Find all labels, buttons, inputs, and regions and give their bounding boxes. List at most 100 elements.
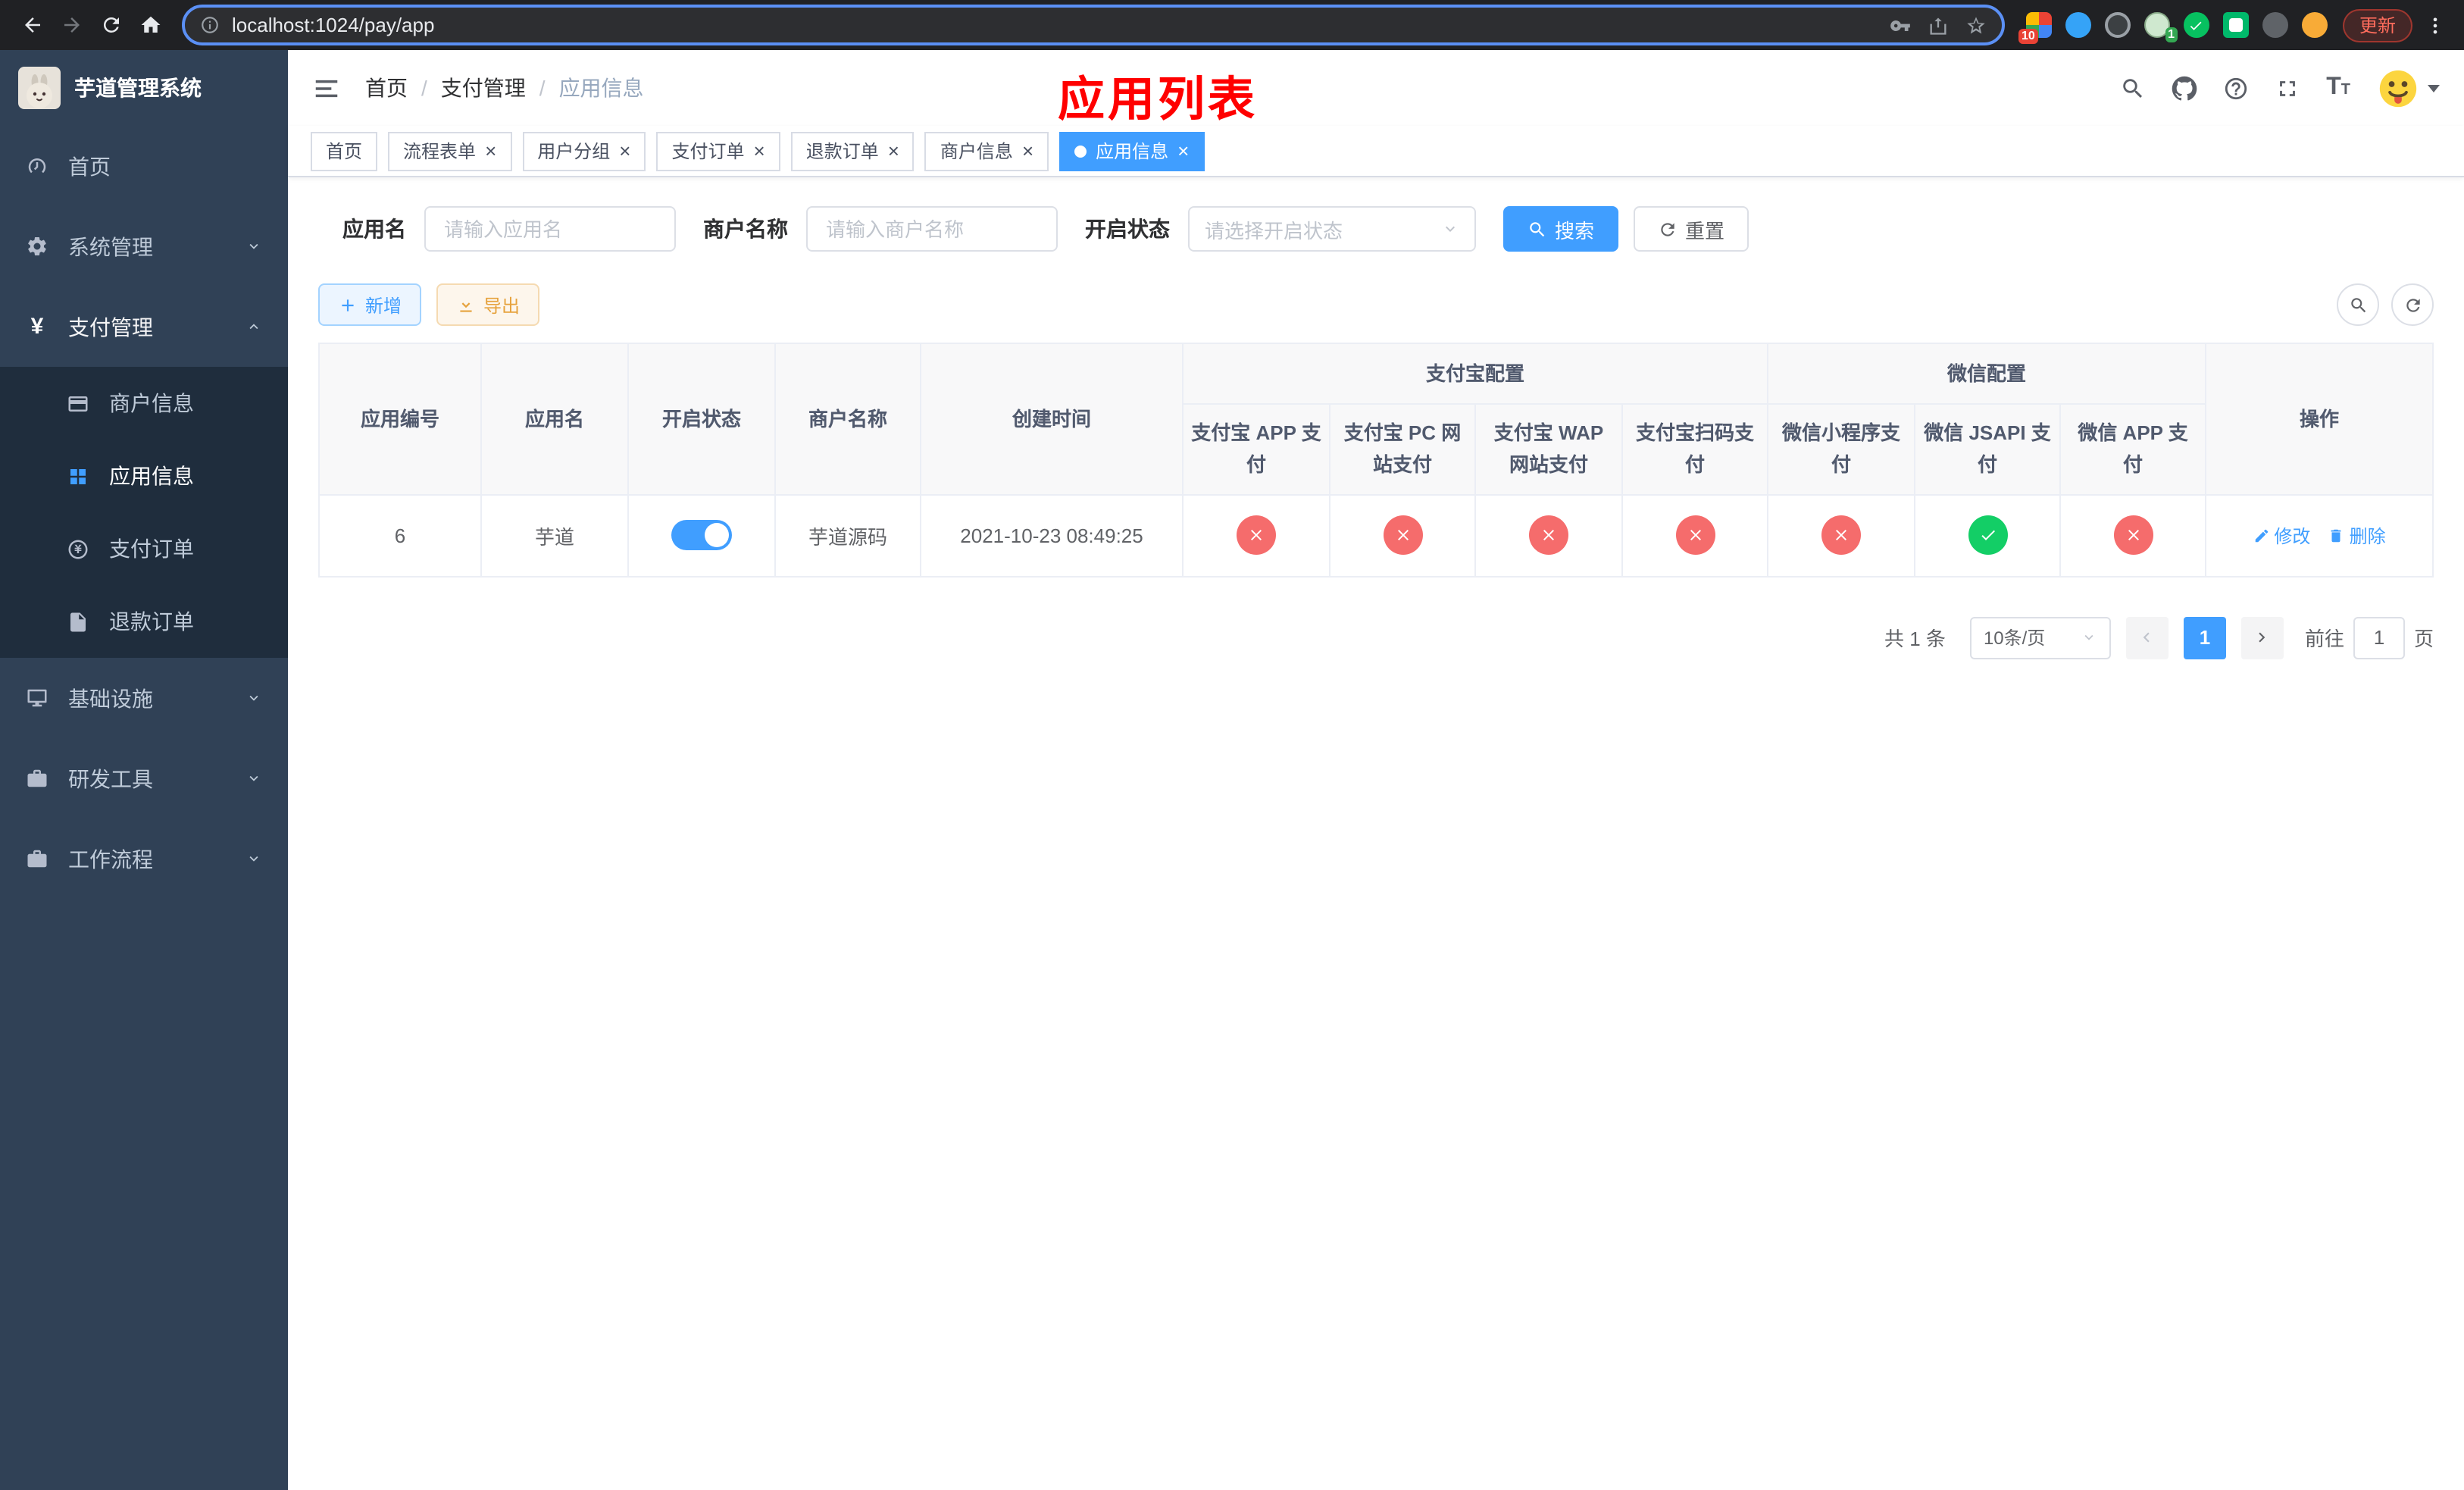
app-name-input[interactable] [424, 206, 676, 252]
add-button[interactable]: 新增 [318, 283, 422, 326]
monitor-icon [26, 687, 48, 709]
caret-down-icon [2428, 84, 2440, 92]
extension-icon-1[interactable]: 10 [2018, 12, 2052, 44]
extension-icon-7[interactable] [2262, 12, 2288, 38]
status-toggle[interactable] [671, 520, 732, 551]
delete-link[interactable]: 删除 [2328, 523, 2386, 549]
chevron-left-icon [2137, 628, 2157, 648]
user-avatar-menu[interactable] [2376, 66, 2440, 110]
browser-back-button[interactable] [12, 5, 52, 45]
config-disabled-icon [1237, 515, 1276, 556]
tag-payment-orders[interactable]: 支付订单 × [656, 131, 780, 171]
chevron-down-icon [2081, 630, 2097, 646]
page-annotation: 应用列表 [1058, 73, 1258, 126]
gear-icon [26, 235, 48, 258]
fullscreen-icon[interactable] [2275, 75, 2300, 101]
pagination-total: 共 1 条 [1884, 628, 1946, 651]
url-text[interactable]: localhost:1024/pay/app [232, 14, 1890, 36]
goto-page-input[interactable] [2353, 616, 2405, 659]
pagination: 共 1 条 10条/页 1 前往 页 [318, 616, 2434, 659]
password-key-icon[interactable] [1890, 14, 1911, 36]
close-icon[interactable]: × [485, 141, 496, 161]
browser-menu-button[interactable] [2419, 5, 2452, 45]
extension-icon-5[interactable] [2183, 12, 2209, 38]
page-number-1[interactable]: 1 [2183, 616, 2226, 659]
extension-icon-3[interactable] [2104, 12, 2131, 38]
page-size-select[interactable]: 10条/页 [1969, 616, 2111, 659]
sidebar-item-dev-tools[interactable]: 研发工具 [0, 738, 288, 819]
search-icon [1527, 219, 1547, 239]
share-icon[interactable] [1928, 14, 1949, 36]
extension-icon-8[interactable] [2301, 12, 2328, 38]
search-icon[interactable] [2120, 75, 2146, 101]
col-alipay-pc: 支付宝 PC 网站支付 [1329, 403, 1476, 496]
font-size-icon[interactable]: TT [2326, 75, 2350, 100]
extensions-cluster: 10 1 [2018, 12, 2328, 44]
extension-badge-red: 10 [2018, 29, 2038, 44]
close-icon[interactable]: × [754, 141, 765, 161]
dashboard-icon [26, 155, 48, 177]
github-icon[interactable] [2172, 75, 2197, 101]
address-bar[interactable]: localhost:1024/pay/app [182, 5, 2005, 45]
sidebar-item-merchant-info[interactable]: 商户信息 [0, 367, 288, 440]
sidebar-item-payment[interactable]: ¥ 支付管理 [0, 286, 288, 367]
sidebar-item-refund-orders[interactable]: 退款订单 [0, 585, 288, 658]
chevron-down-icon [245, 770, 262, 787]
sidebar-item-workflow[interactable]: 工作流程 [0, 819, 288, 899]
sidebar-item-app-info[interactable]: 应用信息 [0, 440, 288, 512]
sidebar-menu: 首页 系统管理 ¥ 支付管理 商户信息 应用信息 支付订单 退款订单 基础设施 … [0, 126, 288, 899]
sidebar-item-home[interactable]: 首页 [0, 126, 288, 206]
search-button[interactable]: 搜索 [1503, 206, 1619, 252]
export-button[interactable]: 导出 [436, 283, 540, 326]
col-wechat-app: 微信 APP 支付 [2059, 403, 2207, 496]
close-icon[interactable]: × [888, 141, 899, 161]
bookmark-star-icon[interactable] [1965, 14, 1987, 36]
toolbox-icon [26, 767, 48, 790]
chevron-down-icon [245, 690, 262, 706]
sidebar-item-payment-orders[interactable]: 支付订单 [0, 512, 288, 585]
extension-icon-4[interactable]: 1 [2143, 12, 2178, 42]
config-enabled-icon [1968, 515, 2008, 556]
sidebar-item-infrastructure[interactable]: 基础设施 [0, 658, 288, 738]
status-select[interactable]: 请选择开启状态 [1188, 206, 1476, 252]
breadcrumb-home[interactable]: 首页 [365, 73, 408, 103]
browser-home-button[interactable] [130, 5, 170, 45]
browser-forward-button[interactable] [52, 5, 91, 45]
help-icon[interactable] [2223, 75, 2249, 101]
close-icon[interactable]: × [619, 141, 630, 161]
col-actions: 操作 [2205, 343, 2434, 496]
reset-button[interactable]: 重置 [1634, 206, 1750, 252]
config-disabled-icon [1675, 515, 1715, 556]
breadcrumb: 首页 / 支付管理 / 应用信息 [365, 73, 644, 103]
goto-unit: 页 [2413, 628, 2434, 651]
tag-home[interactable]: 首页 [311, 131, 378, 171]
tag-refund-orders[interactable]: 退款订单 × [790, 131, 915, 171]
refresh-icon [2403, 295, 2422, 315]
tag-process-form[interactable]: 流程表单 × [388, 131, 512, 171]
config-disabled-icon [1529, 515, 1568, 556]
close-icon[interactable]: × [1177, 141, 1189, 161]
sidebar-item-system[interactable]: 系统管理 [0, 206, 288, 286]
next-page-button[interactable] [2240, 616, 2284, 659]
extension-icon-6[interactable] [2222, 12, 2249, 38]
merchant-name-input[interactable] [806, 206, 1058, 252]
browser-reload-button[interactable] [91, 5, 130, 45]
prev-page-button[interactable] [2125, 616, 2169, 659]
extension-icon-2[interactable] [2065, 12, 2091, 38]
tag-app-info[interactable]: 应用信息 × [1059, 131, 1205, 171]
tag-user-group[interactable]: 用户分组 × [522, 131, 646, 171]
browser-update-button[interactable]: 更新 [2342, 8, 2412, 42]
breadcrumb-payment[interactable]: 支付管理 [441, 73, 526, 103]
hamburger-icon[interactable] [312, 74, 341, 102]
site-info-icon[interactable] [200, 15, 220, 35]
cell-app-name: 芋道 [480, 493, 629, 578]
close-icon[interactable]: × [1022, 141, 1033, 161]
refresh-table-button[interactable] [2391, 283, 2434, 326]
app-logo[interactable]: 芋道管理系统 [0, 50, 288, 126]
toggle-search-button[interactable] [2337, 283, 2379, 326]
edit-link[interactable]: 修改 [2253, 523, 2310, 549]
trash-icon [2328, 527, 2345, 544]
col-app-name: 应用名 [480, 343, 629, 496]
tag-merchant-info[interactable]: 商户信息 × [924, 131, 1049, 171]
top-navbar: 首页 / 支付管理 / 应用信息 应用列表 TT [288, 50, 2464, 126]
